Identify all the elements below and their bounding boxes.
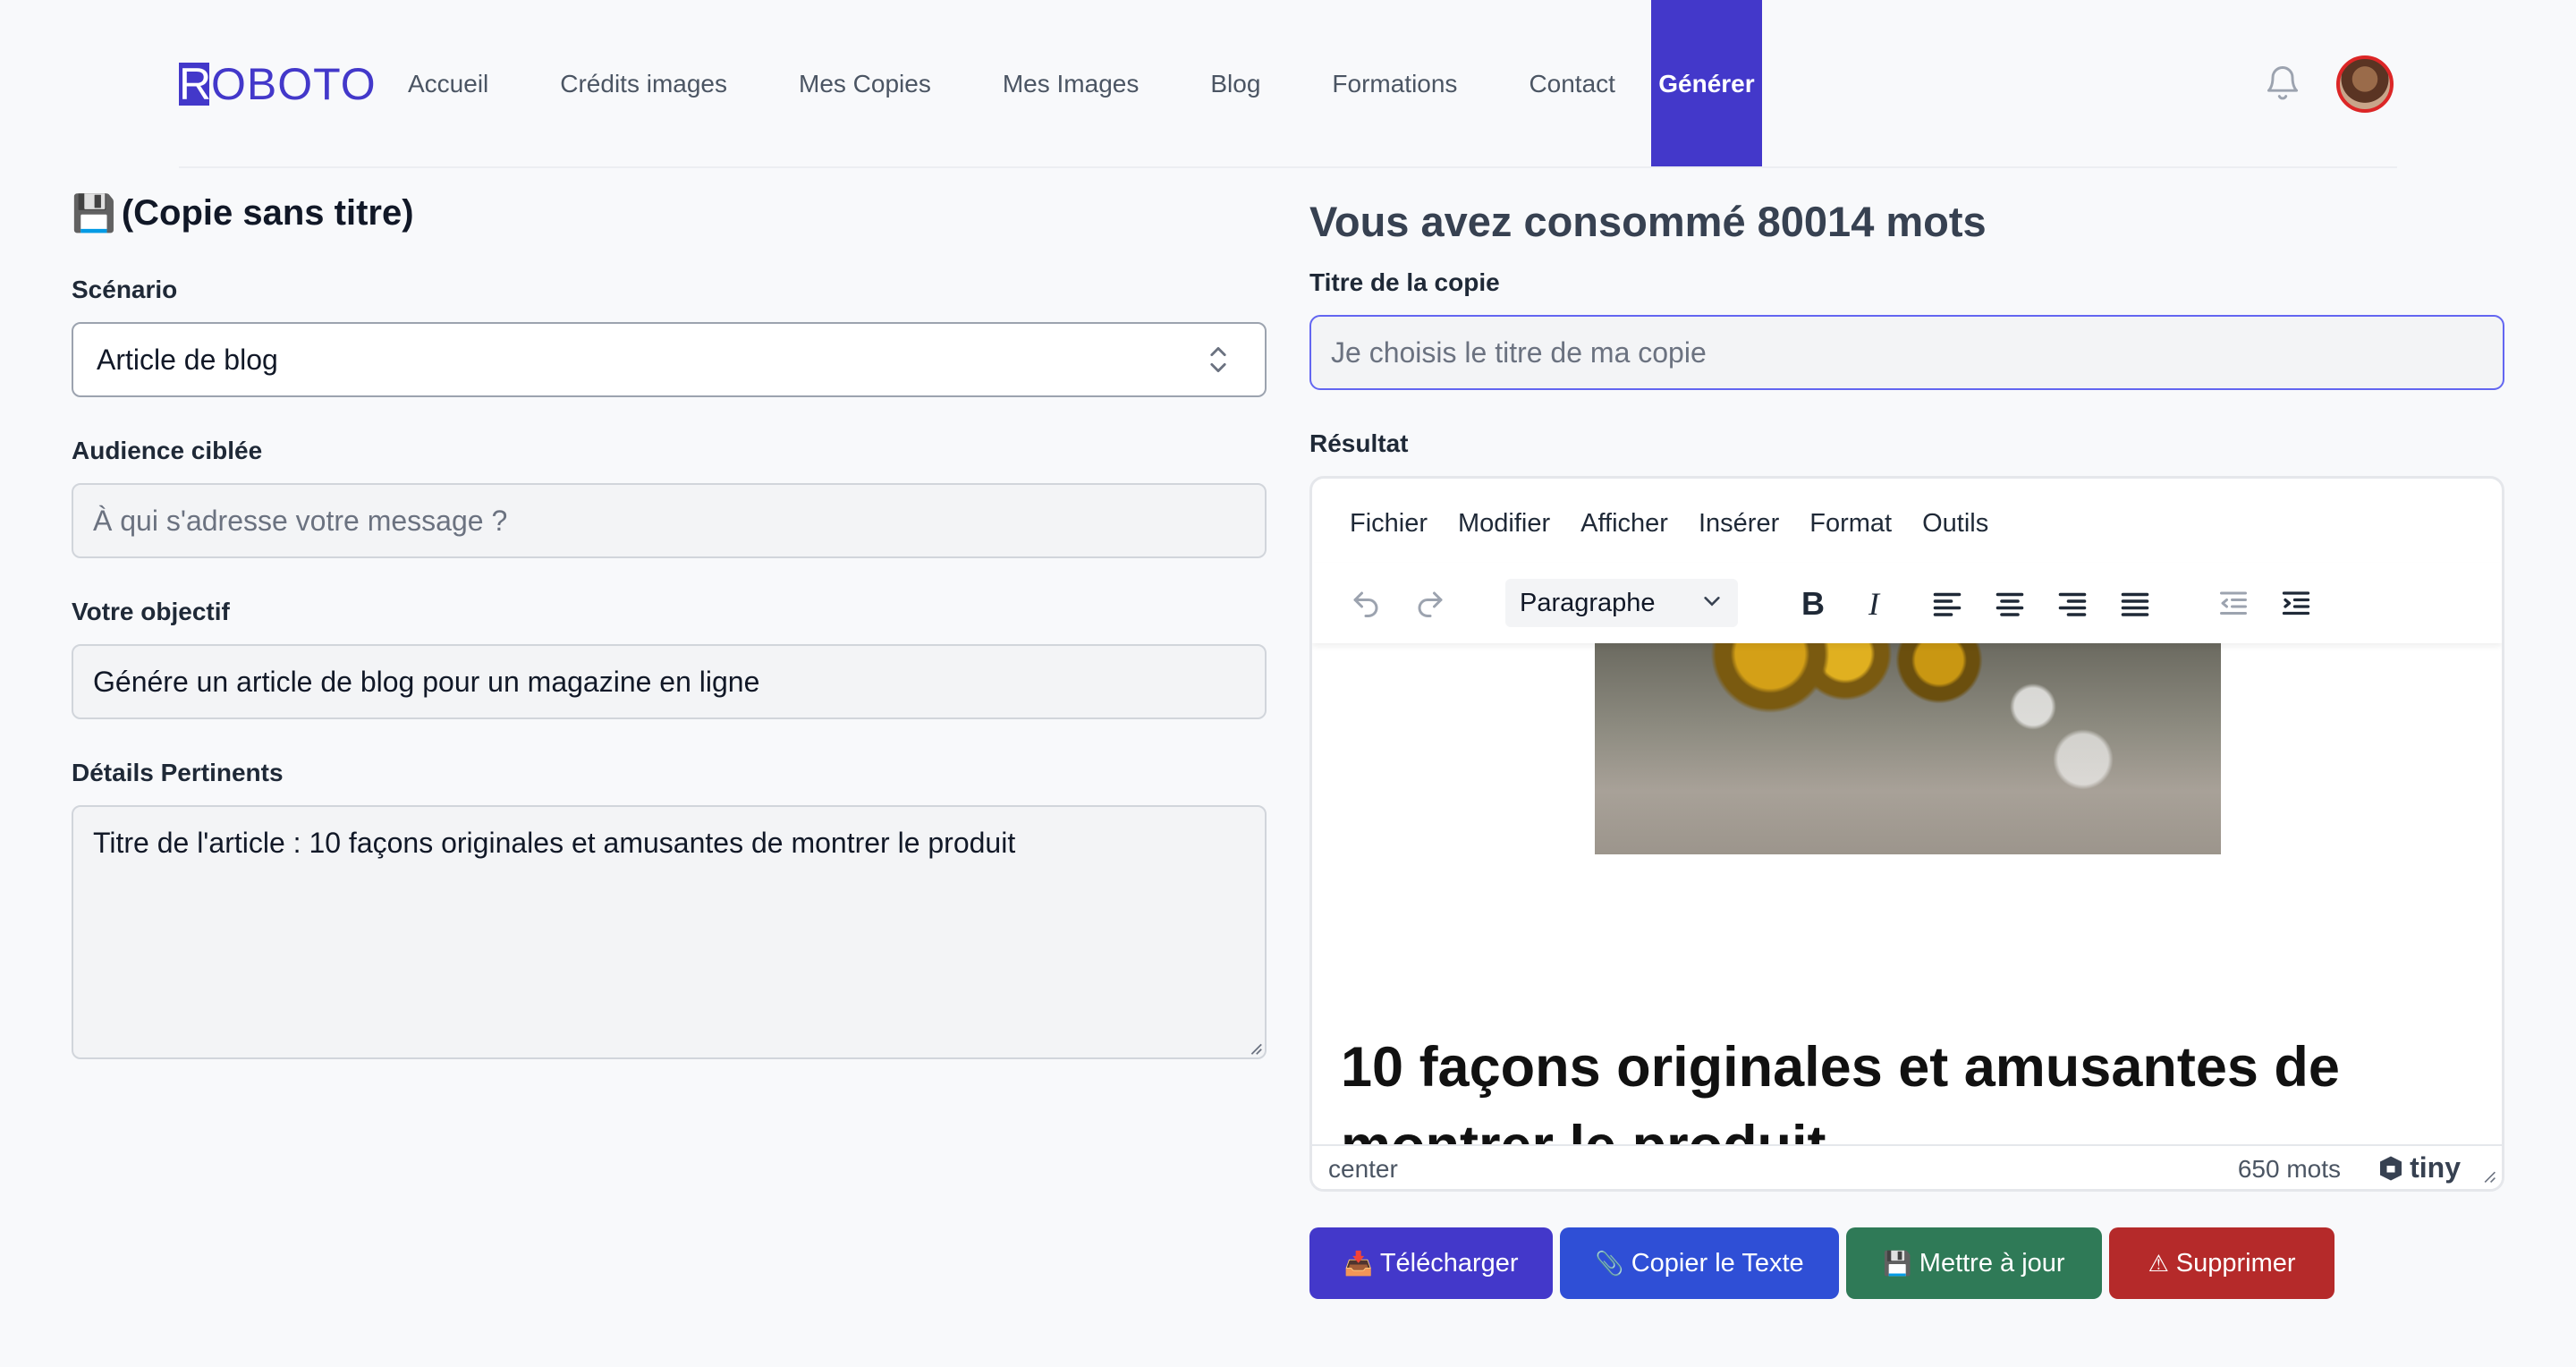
delete-button[interactable]: ⚠ Supprimer: [2109, 1227, 2334, 1299]
download-button[interactable]: 📥 Télécharger: [1309, 1227, 1553, 1299]
details-textarea[interactable]: Titre de l'article : 10 façons originale…: [72, 805, 1267, 1059]
resize-handle-icon[interactable]: [1247, 1040, 1263, 1056]
editor-statusbar: center 650 mots tiny: [1312, 1144, 2502, 1189]
objective-value: Génére un article de blog pour un magazi…: [93, 665, 760, 698]
italic-icon[interactable]: I: [1854, 584, 1894, 624]
nav-link-formations[interactable]: Formations: [1296, 0, 1493, 168]
rich-text-editor: Fichier Modifier Afficher Insérer Format…: [1309, 476, 2504, 1192]
nav-link-contact[interactable]: Contact: [1493, 0, 1651, 168]
tiny-logo[interactable]: tiny: [2377, 1151, 2461, 1184]
scenario-value: Article de blog: [97, 343, 278, 376]
audience-label: Audience ciblée: [72, 437, 263, 464]
align-right-icon[interactable]: [2053, 584, 2092, 624]
align-center-icon[interactable]: [1990, 584, 2029, 624]
copy-title-label: Titre de la copie: [1309, 268, 1500, 296]
nav-links: Accueil Crédits images Mes Copies Mes Im…: [385, 0, 1762, 168]
copy-title-placeholder: Je choisis le titre de ma copie: [1331, 335, 1707, 369]
page-title: 💾 (Copie sans titre): [72, 188, 414, 238]
chevron-updown-icon: [1210, 346, 1226, 373]
audience-input[interactable]: À qui s'adresse votre message ?: [72, 483, 1267, 558]
editor-content[interactable]: 10 façons originales et amusantes de mon…: [1312, 643, 2502, 1144]
scenario-label: Scénario: [72, 276, 178, 303]
nav-link-generer[interactable]: Générer: [1650, 0, 1762, 168]
nav-link-credits-images[interactable]: Crédits images: [524, 0, 763, 168]
nav-divider: [179, 166, 2397, 168]
nav-link-accueil[interactable]: Accueil: [385, 0, 524, 168]
element-path[interactable]: center: [1328, 1155, 1398, 1184]
tiny-logo-icon: [2380, 1156, 2402, 1180]
tiny-logo-text: tiny: [2410, 1151, 2461, 1184]
editor-toolbar: Paragraphe B I: [1312, 563, 2502, 643]
bold-icon[interactable]: B: [1793, 584, 1833, 624]
menu-outils[interactable]: Outils: [1922, 509, 1988, 539]
download-button-label: Télécharger: [1379, 1248, 1519, 1278]
floppy-disk-icon: 💾: [72, 193, 116, 233]
avatar[interactable]: [2336, 55, 2394, 113]
copy-title-input[interactable]: Je choisis le titre de ma copie: [1309, 315, 2504, 390]
chevron-down-icon: [1704, 597, 1720, 607]
logo[interactable]: R OBOTO: [179, 59, 377, 109]
copy-text-button[interactable]: 📎 Copier le Texte: [1560, 1227, 1839, 1299]
undo-icon[interactable]: [1346, 584, 1385, 624]
word-count[interactable]: 650 mots: [2238, 1155, 2341, 1184]
resize-handle-icon[interactable]: [2482, 1169, 2496, 1184]
floppy-disk-icon: 💾: [1883, 1249, 1912, 1277]
nav-link-mes-copies[interactable]: Mes Copies: [763, 0, 967, 168]
article-image: [1595, 643, 2221, 854]
copy-text-button-label: Copier le Texte: [1631, 1248, 1804, 1278]
delete-button-label: Supprimer: [2175, 1248, 2296, 1278]
menu-fichier[interactable]: Fichier: [1350, 509, 1428, 539]
align-justify-icon[interactable]: [2115, 584, 2155, 624]
block-format-value: Paragraphe: [1520, 588, 1656, 617]
bell-icon[interactable]: [2263, 61, 2302, 104]
editor-menubar: Fichier Modifier Afficher Insérer Format…: [1350, 509, 2019, 539]
details-value: Titre de l'article : 10 façons originale…: [93, 827, 1016, 859]
words-consumed-heading: Vous avez consommé 80014 mots: [1309, 198, 1987, 245]
block-format-select[interactable]: Paragraphe: [1505, 579, 1738, 627]
warning-icon: ⚠: [2148, 1249, 2169, 1277]
menu-format[interactable]: Format: [1809, 509, 1892, 539]
logo-first-letter: R: [179, 59, 213, 109]
menu-modifier[interactable]: Modifier: [1458, 509, 1550, 539]
scenario-select[interactable]: Article de blog: [72, 322, 1267, 397]
objective-input[interactable]: Génére un article de blog pour un magazi…: [72, 644, 1267, 719]
audience-placeholder: À qui s'adresse votre message ?: [93, 504, 508, 537]
redo-icon[interactable]: [1411, 584, 1450, 624]
indent-icon[interactable]: [2276, 584, 2316, 624]
menu-afficher[interactable]: Afficher: [1580, 509, 1668, 539]
paperclip-icon: 📎: [1595, 1249, 1624, 1277]
article-heading: 10 façons originales et amusantes de mon…: [1341, 1036, 2340, 1144]
update-button[interactable]: 💾 Mettre à jour: [1846, 1227, 2102, 1299]
update-button-label: Mettre à jour: [1919, 1248, 2065, 1278]
menu-inserer[interactable]: Insérer: [1699, 509, 1779, 539]
objective-label: Votre objectif: [72, 598, 230, 625]
result-label: Résultat: [1309, 429, 1409, 457]
details-label: Détails Pertinents: [72, 759, 284, 786]
outdent-icon[interactable]: [2214, 584, 2253, 624]
nav-link-blog[interactable]: Blog: [1174, 0, 1296, 168]
top-navbar: R OBOTO Accueil Crédits images Mes Copies…: [0, 0, 2576, 168]
logo-text: OBOTO: [211, 59, 377, 109]
align-left-icon[interactable]: [1928, 584, 1967, 624]
copy-title-text: (Copie sans titre): [121, 192, 414, 233]
nav-link-mes-images[interactable]: Mes Images: [967, 0, 1175, 168]
inbox-tray-icon: 📥: [1343, 1249, 1373, 1277]
